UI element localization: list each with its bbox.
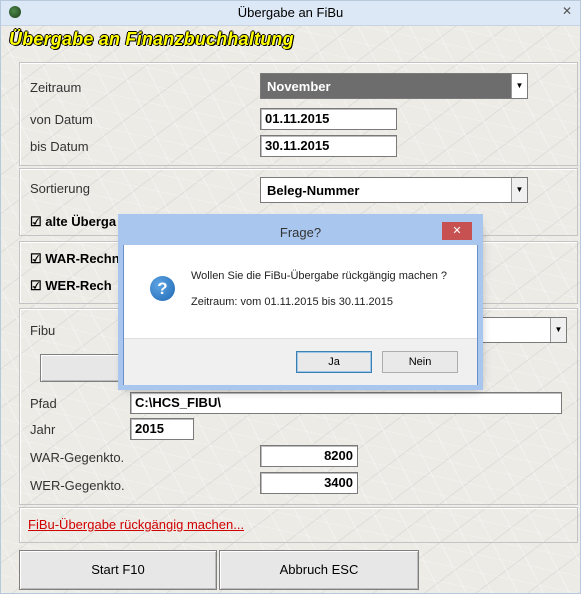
window-title: Übergabe an FiBu	[237, 5, 344, 20]
zeitraum-value: November	[267, 79, 331, 94]
chevron-down-icon[interactable]: ▼	[550, 318, 566, 342]
cancel-button[interactable]: Abbruch ESC	[219, 550, 419, 590]
window-titlebar[interactable]: Übergabe an FiBu ✕	[1, 1, 580, 26]
start-button[interactable]: Start F10	[19, 550, 217, 590]
dialog-titlebar[interactable]: Frage? ✕	[123, 219, 478, 245]
dialog-detail: Zeitraum: vom 01.11.2015 bis 30.11.2015	[191, 296, 393, 308]
start-button-label: Start F10	[91, 562, 145, 577]
jahr-field[interactable]: 2015	[130, 418, 194, 440]
zeitraum-label: Zeitraum	[30, 80, 82, 95]
cancel-button-label: Abbruch ESC	[279, 562, 359, 577]
fibu-label: Fibu	[30, 323, 56, 338]
dialog-title: Frage?	[279, 225, 322, 240]
alte-uebergabe-checkbox[interactable]: ☑ alte Überga	[30, 214, 116, 230]
question-icon: ?	[150, 276, 175, 301]
main-window: Übergabe an FiBu ✕ Übergabe an Finanzbuc…	[0, 0, 581, 594]
window-close-icon[interactable]: ✕	[562, 4, 572, 18]
sortierung-select[interactable]: Beleg-Nummer ▼	[260, 177, 528, 203]
von-datum-label: von Datum	[30, 112, 93, 127]
dialog-no-button[interactable]: Nein	[382, 351, 458, 373]
war-gegenkonto-label: WAR-Gegenkto.	[30, 450, 125, 465]
war-gegenkonto-field[interactable]: 8200	[260, 445, 358, 467]
confirm-dialog: Frage? ✕ ? Wollen Sie die FiBu-Übergabe …	[123, 219, 478, 385]
bis-datum-field[interactable]: 30.11.2015	[260, 135, 397, 157]
sortierung-label: Sortierung	[30, 181, 90, 196]
pfad-field[interactable]: C:\HCS_FIBU\	[130, 392, 562, 414]
war-rechnung-checkbox[interactable]: ☑ WAR-Rechn	[30, 251, 120, 267]
bis-datum-label: bis Datum	[30, 139, 89, 154]
dialog-yes-button[interactable]: Ja	[296, 351, 372, 373]
von-datum-field[interactable]: 01.11.2015	[260, 108, 397, 130]
wer-rechnung-checkbox[interactable]: ☑ WER-Rech	[30, 278, 112, 294]
chevron-down-icon[interactable]: ▼	[511, 178, 527, 202]
period-group: Zeitraum November ▼ von Datum 01.11.2015…	[19, 62, 578, 166]
undo-group: FiBu-Übergabe rückgängig machen...	[19, 507, 578, 543]
wer-gegenkonto-field[interactable]: 3400	[260, 472, 358, 494]
wer-gegenkonto-label: WER-Gegenkto.	[30, 478, 125, 493]
page-headline: Übergabe an Finanzbuchhaltung	[9, 29, 294, 49]
dialog-close-icon[interactable]: ✕	[442, 222, 472, 240]
undo-transfer-link[interactable]: FiBu-Übergabe rückgängig machen...	[28, 517, 244, 532]
dialog-footer: Ja Nein	[124, 338, 477, 385]
chevron-down-icon[interactable]: ▼	[511, 74, 527, 98]
zeitraum-select[interactable]: November ▼	[260, 73, 528, 99]
jahr-label: Jahr	[30, 422, 56, 437]
dialog-message: Wollen Sie die FiBu-Übergabe rückgängig …	[191, 270, 447, 282]
pfad-label: Pfad	[30, 396, 57, 411]
sortierung-value: Beleg-Nummer	[267, 183, 360, 198]
